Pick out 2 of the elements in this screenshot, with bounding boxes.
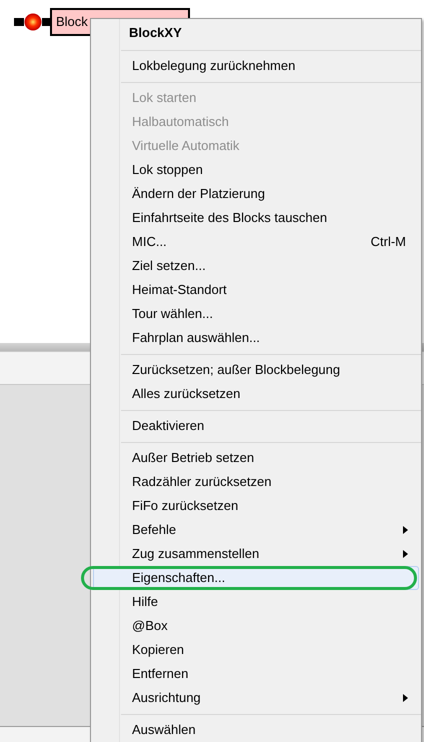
menu-title: BlockXY xyxy=(129,24,182,42)
shortcut-label: Ctrl-M xyxy=(370,233,406,252)
